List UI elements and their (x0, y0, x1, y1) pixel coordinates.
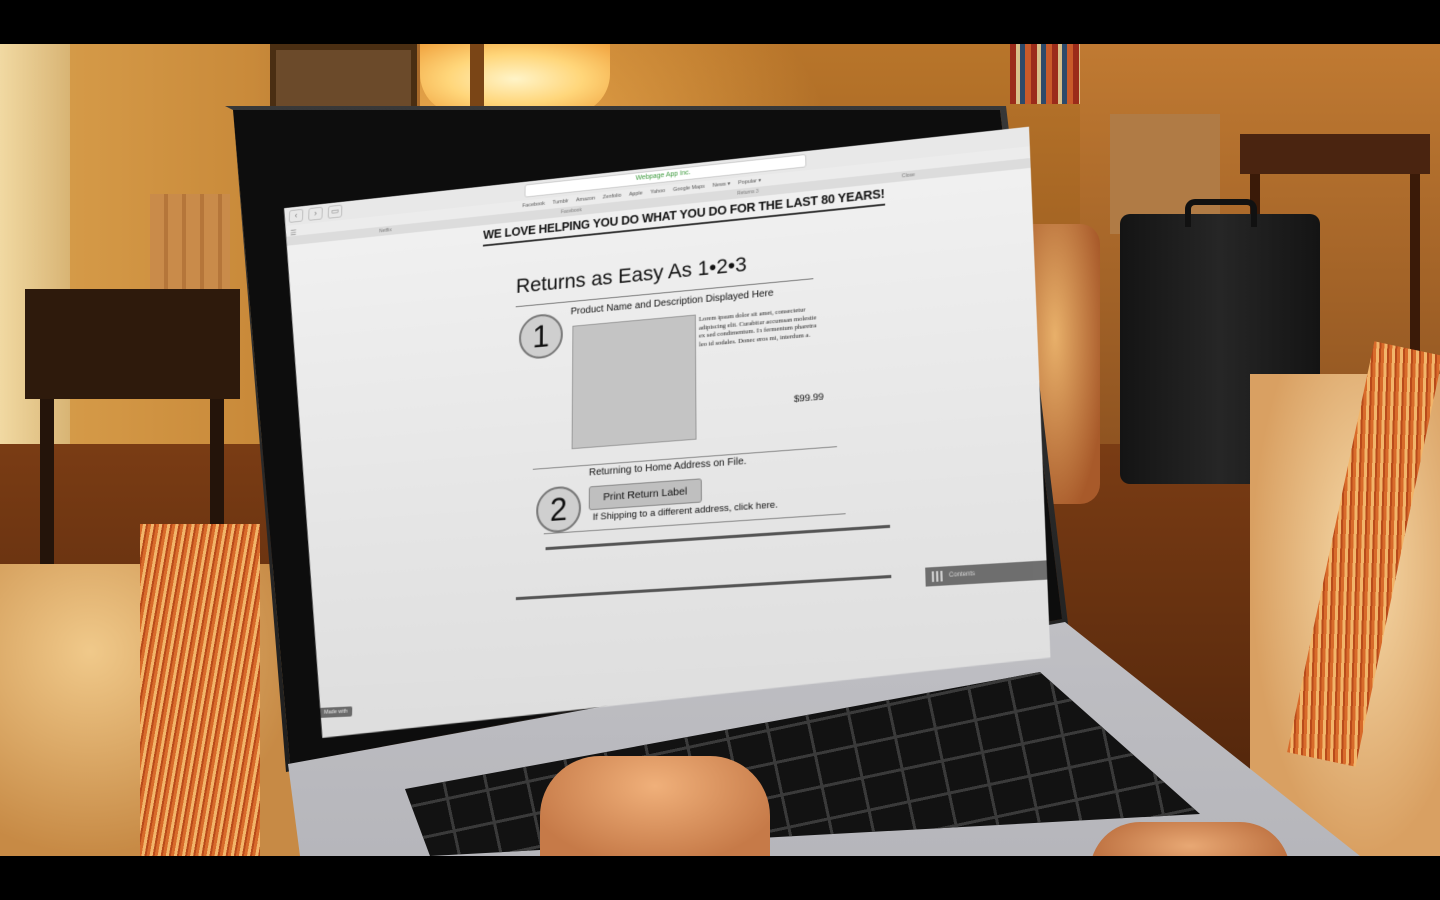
left-hand (540, 756, 770, 856)
product-image-placeholder (572, 315, 697, 450)
side-table (1240, 134, 1430, 174)
web-page: ‹ › ▭ Webpage App Inc. Facebook Tumblr A… (265, 127, 1053, 741)
living-room-scene: ‹ › ▭ Webpage App Inc. Facebook Tumblr A… (0, 44, 1440, 856)
bookmark-item[interactable]: Facebook (522, 201, 545, 209)
contents-label: Contents (948, 571, 976, 579)
bookmark-item[interactable]: News ▾ (713, 181, 731, 189)
laptop-screen: ‹ › ▭ Webpage App Inc. Facebook Tumblr A… (252, 159, 1028, 719)
tab-facebook[interactable]: Facebook (561, 207, 582, 215)
product-price: $99.99 (793, 391, 824, 405)
bookshelf (1010, 44, 1080, 104)
lamp-shade (420, 44, 610, 114)
footer-bar (546, 525, 891, 550)
bookmark-item[interactable]: Popular ▾ (738, 178, 761, 186)
step-one-badge: 1 (519, 312, 563, 360)
tab-returns[interactable]: Returns 3 (737, 189, 758, 197)
wall-picture (270, 44, 417, 126)
suitcase-handle (1185, 199, 1257, 227)
left-table (25, 289, 240, 399)
top-letterbox (0, 0, 1440, 44)
tab-netflix[interactable]: Netflix (379, 227, 392, 234)
contents-widget[interactable]: Contents (925, 560, 1052, 587)
product-description: Lorem ipsum dolor sit amet, consectetur … (698, 306, 817, 349)
made-with-badge[interactable]: Made with (319, 706, 352, 718)
footer-bar (516, 575, 891, 600)
side-table-leg (1410, 174, 1420, 364)
left-table-leg (40, 399, 54, 579)
bookmark-item[interactable]: Yahoo (650, 188, 665, 195)
step-two-badge: 2 (536, 485, 581, 534)
tab-close[interactable]: Close (902, 172, 915, 179)
bookmark-item[interactable]: Zenfolio (603, 193, 622, 201)
sidebar-icon[interactable]: ▭ (328, 205, 343, 219)
bookmark-item[interactable]: Apple (629, 191, 643, 198)
bookmark-item[interactable]: Amazon (576, 196, 595, 204)
bottom-letterbox (0, 856, 1440, 900)
forward-icon[interactable]: › (308, 207, 323, 221)
grid-icon (932, 571, 943, 582)
page-title: Returns as Easy As 1•2•3 (515, 253, 747, 298)
lamp-stem (470, 44, 484, 114)
bookmark-item[interactable]: Tumblr (552, 198, 568, 205)
sofa-fringe (140, 524, 260, 856)
back-icon[interactable]: ‹ (289, 209, 304, 223)
right-hand (1090, 822, 1290, 856)
bookmark-item[interactable]: Google Maps (673, 184, 705, 193)
